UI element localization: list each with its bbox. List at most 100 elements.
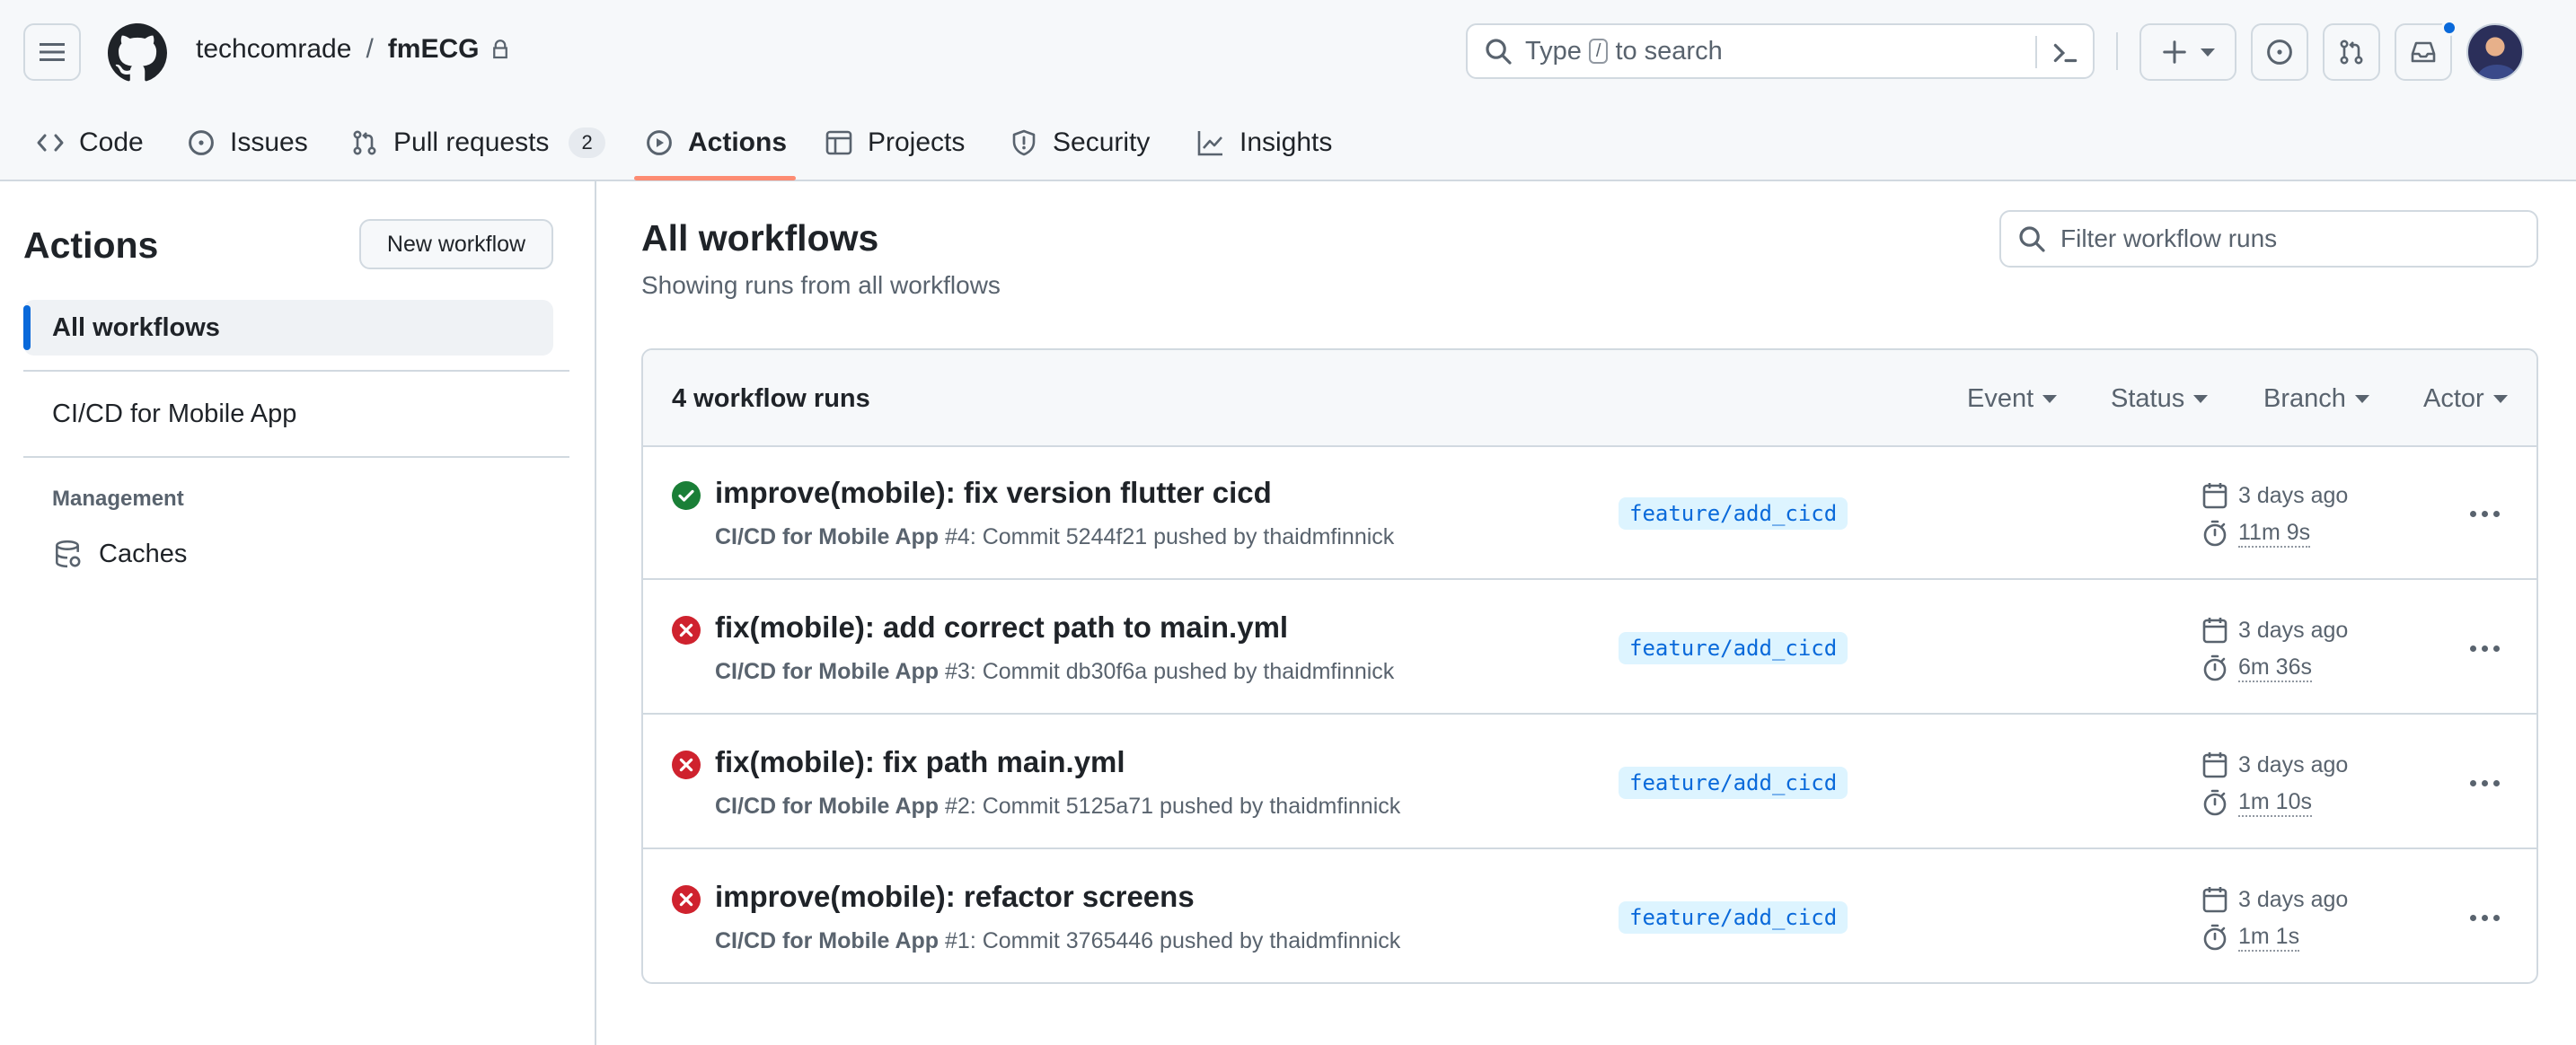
search-placeholder: Type / to search	[1525, 37, 1723, 66]
search-icon	[1486, 39, 1512, 65]
sidebar-divider	[23, 370, 569, 372]
breadcrumb-separator: /	[366, 34, 374, 64]
new-workflow-button[interactable]: New workflow	[359, 219, 553, 269]
run-title-link[interactable]: fix(mobile): fix path main.yml	[715, 745, 1125, 779]
tab-issues[interactable]: Issues	[187, 104, 308, 181]
database-icon	[56, 540, 81, 568]
workflow-run-row[interactable]: fix(mobile): fix path main.yml CI/CD for…	[643, 716, 2536, 849]
sidebar-item-caches[interactable]: Caches	[52, 539, 187, 569]
chevron-down-icon	[2193, 395, 2209, 403]
workflow-run-row[interactable]: improve(mobile): fix version flutter cic…	[643, 447, 2536, 580]
kebab-dot	[2469, 645, 2476, 652]
tab-pull-requests[interactable]: Pull requests 2	[350, 104, 605, 181]
chevron-down-icon	[2042, 395, 2058, 403]
tab-issues-label: Issues	[230, 127, 308, 157]
run-detail: #1: Commit 3765446 pushed by thaidmfinni…	[939, 928, 1401, 953]
calendar-icon	[2202, 887, 2228, 913]
kebab-dot	[2492, 510, 2500, 517]
run-title-link[interactable]: improve(mobile): fix version flutter cic…	[715, 476, 1272, 510]
run-duration: 1m 10s	[2201, 788, 2312, 817]
filter-event-label: Event	[1967, 384, 2034, 413]
branch-label[interactable]: feature/add_cicd	[1619, 632, 1848, 664]
run-options-button[interactable]	[2461, 763, 2508, 803]
filter-workflow-runs-input[interactable]: Filter workflow runs	[1999, 210, 2538, 268]
tab-insights[interactable]: Insights	[1196, 104, 1332, 181]
tab-code[interactable]: Code	[36, 104, 144, 181]
lock-icon	[493, 40, 508, 59]
user-avatar[interactable]	[2466, 23, 2524, 81]
stopwatch-icon	[2203, 924, 2227, 951]
workflow-runs-header: 4 workflow runs Event Status Branch Acto…	[643, 350, 2536, 447]
sidebar-divider	[23, 456, 569, 458]
tab-projects-label: Projects	[868, 127, 966, 157]
pull-requests-button[interactable]	[2323, 23, 2380, 81]
filter-branch-dropdown[interactable]: Branch	[2263, 384, 2369, 414]
actions-sidebar: Actions New workflow All workflows CI/CD…	[0, 181, 596, 1045]
hamburger-menu-button[interactable]	[23, 23, 81, 81]
run-duration-value: 6m 36s	[2238, 654, 2312, 682]
page-title: All workflows	[641, 217, 879, 259]
tab-projects[interactable]: Projects	[825, 104, 965, 181]
pull-request-icon	[2340, 40, 2363, 65]
pull-request-icon	[353, 130, 376, 155]
tab-actions[interactable]: Actions	[645, 104, 787, 181]
filter-event-dropdown[interactable]: Event	[1967, 384, 2058, 414]
filter-status-label: Status	[2111, 384, 2185, 413]
global-search-input[interactable]: Type / to search	[1466, 23, 2095, 79]
plus-icon	[2163, 40, 2186, 64]
tab-actions-label: Actions	[688, 127, 788, 157]
code-icon	[37, 134, 64, 152]
github-logo-icon[interactable]	[108, 23, 167, 83]
issue-opened-icon	[2267, 40, 2292, 65]
chevron-down-icon	[2492, 395, 2508, 403]
kebab-dot	[2481, 510, 2488, 517]
table-icon	[825, 130, 852, 155]
active-tab-indicator	[634, 176, 796, 180]
sidebar-item-cicd-mobile-app[interactable]: CI/CD for Mobile App	[23, 386, 553, 442]
run-title-link[interactable]: improve(mobile): refactor screens	[715, 880, 1195, 914]
tab-insights-label: Insights	[1239, 127, 1333, 157]
run-timestamp: 3 days ago	[2201, 751, 2348, 779]
filter-status-dropdown[interactable]: Status	[2111, 384, 2209, 414]
filter-actor-dropdown[interactable]: Actor	[2423, 384, 2508, 414]
kebab-dot	[2481, 779, 2488, 786]
tab-pull-requests-label: Pull requests	[393, 127, 550, 157]
tab-security-label: Security	[1053, 127, 1151, 157]
sidebar-item-label: Caches	[99, 539, 188, 568]
sidebar-item-label: All workflows	[52, 312, 220, 342]
kebab-dot	[2492, 645, 2500, 652]
run-when: 3 days ago	[2238, 751, 2349, 777]
run-when: 3 days ago	[2238, 886, 2349, 912]
chevron-down-icon	[2354, 395, 2369, 403]
header-divider	[2116, 32, 2118, 70]
workflow-run-row[interactable]: fix(mobile): add correct path to main.ym…	[643, 582, 2536, 715]
create-new-button[interactable]	[2139, 23, 2236, 81]
search-icon	[2019, 226, 2045, 252]
breadcrumb-owner-link[interactable]: techcomrade	[196, 34, 351, 65]
stopwatch-icon	[2203, 520, 2227, 547]
branch-label[interactable]: feature/add_cicd	[1619, 901, 1848, 934]
run-options-button[interactable]	[2461, 628, 2508, 668]
repo-tabs: Code Issues Pull requests 2 Actions Proj…	[0, 104, 2576, 181]
workflow-runs-list: 4 workflow runs Event Status Branch Acto…	[641, 348, 2538, 984]
run-options-button[interactable]	[2461, 898, 2508, 937]
tab-security[interactable]: Security	[1010, 104, 1150, 181]
workflow-run-row[interactable]: improve(mobile): refactor screens CI/CD …	[643, 851, 2536, 982]
run-when: 3 days ago	[2238, 482, 2349, 508]
run-title-link[interactable]: fix(mobile): add correct path to main.ym…	[715, 610, 1288, 645]
command-palette-icon[interactable]	[2050, 38, 2080, 68]
x-circle-icon	[672, 751, 701, 779]
repo-header: techcomrade / fmECG Type / to search Cod…	[0, 0, 2576, 181]
run-duration: 6m 36s	[2201, 654, 2312, 682]
run-options-button[interactable]	[2461, 494, 2508, 533]
sidebar-item-all-workflows[interactable]: All workflows	[23, 300, 553, 356]
page-subtitle: Showing runs from all workflows	[641, 271, 1001, 299]
issue-icon	[189, 130, 214, 155]
run-duration-value: 1m 1s	[2238, 924, 2300, 952]
run-timestamp: 3 days ago	[2201, 616, 2348, 645]
run-workflow-name: CI/CD for Mobile App	[715, 794, 940, 819]
issues-button[interactable]	[2251, 23, 2308, 81]
branch-label[interactable]: feature/add_cicd	[1619, 497, 1848, 530]
branch-label[interactable]: feature/add_cicd	[1619, 767, 1848, 799]
breadcrumb-repo-link[interactable]: fmECG	[388, 34, 480, 65]
